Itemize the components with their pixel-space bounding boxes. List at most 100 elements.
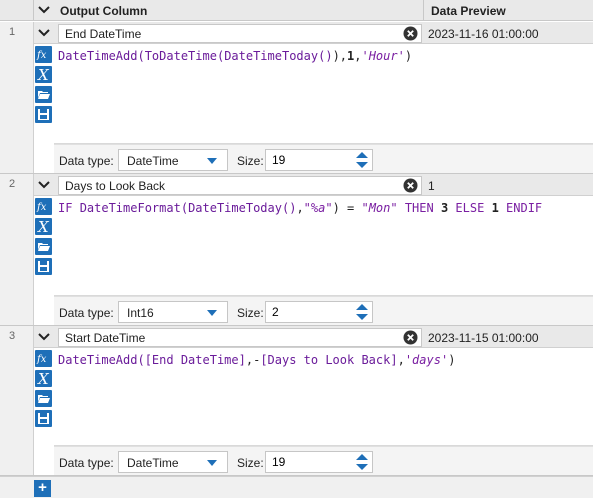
add-row-button[interactable]: + — [34, 480, 51, 497]
svg-text:fx: fx — [36, 202, 47, 213]
expression-token: ) — [448, 353, 456, 367]
clear-icon[interactable] — [403, 330, 418, 345]
folder-open-icon[interactable] — [35, 390, 52, 407]
save-icon[interactable] — [35, 410, 52, 427]
row-number: 2 — [8, 178, 16, 190]
output-column-field[interactable] — [58, 24, 422, 43]
formula-row: 3 2023-11-15 01:00:00 fx X — [0, 326, 593, 476]
expression-toolbar: fx X — [34, 196, 54, 278]
expression-token: ToDateTime( — [144, 49, 225, 63]
expression-token: ENDIF — [498, 201, 543, 215]
expression-toolbar: fx X — [34, 348, 54, 430]
function-icon[interactable]: fx — [35, 198, 52, 215]
expression-token: "%a" — [303, 201, 333, 215]
data-preview-value: 1 — [428, 179, 435, 193]
size-input[interactable] — [266, 150, 336, 170]
expression-token: 1 — [491, 201, 499, 215]
data-type-select[interactable]: DateTime — [118, 451, 228, 473]
add-row-bar: + — [0, 476, 593, 498]
data-type-select[interactable]: Int16 — [118, 301, 228, 323]
spin-down-icon[interactable] — [356, 162, 368, 168]
output-column-input[interactable] — [59, 25, 389, 42]
data-preview-header: Data Preview — [431, 4, 506, 18]
data-type-select[interactable]: DateTime — [118, 149, 228, 171]
row-gutter: 1 — [0, 22, 34, 174]
row-collapse-chevron-icon[interactable] — [36, 330, 52, 344]
save-icon[interactable] — [35, 258, 52, 275]
expression-token: , — [397, 353, 405, 367]
expression-token: 'days' — [404, 353, 449, 367]
expression-editor[interactable]: DateTimeAdd([End DateTime],-[Days to Loo… — [54, 348, 593, 446]
size-spinner[interactable] — [356, 454, 368, 470]
expression-token: 'Hour' — [361, 49, 405, 63]
expression-token: "Mon" — [361, 201, 398, 215]
row-number: 3 — [8, 330, 16, 342]
size-field[interactable] — [265, 149, 373, 171]
row-gutter: 3 — [0, 326, 34, 476]
svg-text:fx: fx — [36, 50, 47, 61]
spin-up-icon[interactable] — [356, 152, 368, 158]
type-bar: Data type: DateTime Size: — [54, 446, 593, 476]
save-icon[interactable] — [35, 106, 52, 123]
folder-open-icon[interactable] — [35, 238, 52, 255]
function-icon[interactable]: fx — [35, 46, 52, 63]
size-input[interactable] — [266, 452, 336, 472]
clear-icon[interactable] — [403, 26, 418, 41]
row-gutter: 2 — [0, 174, 34, 326]
dropdown-caret-icon — [207, 158, 217, 164]
expression-token: DateTimeAdd( — [58, 353, 145, 367]
size-label: Size: — [237, 456, 264, 470]
variable-icon[interactable]: X — [35, 66, 52, 83]
expression-token: ), — [332, 49, 348, 63]
data-type-label: Data type: — [59, 456, 114, 470]
header-divider — [423, 0, 424, 21]
expression-token: THEN — [397, 201, 441, 215]
expression-token: DateTimeFormat( — [79, 201, 189, 215]
expression-token: ) — [404, 49, 413, 63]
folder-open-icon[interactable] — [35, 86, 52, 103]
size-field[interactable] — [265, 451, 373, 473]
expression-token: DateTimeToday() — [224, 49, 333, 63]
row-collapse-chevron-icon[interactable] — [36, 178, 52, 192]
expression-token: IF — [58, 201, 80, 215]
data-preview-value: 2023-11-16 01:00:00 — [428, 27, 539, 41]
spin-up-icon[interactable] — [356, 304, 368, 310]
variable-icon[interactable]: X — [35, 370, 52, 387]
spin-up-icon[interactable] — [356, 454, 368, 460]
output-column-input[interactable] — [59, 177, 389, 194]
header-gutter — [0, 0, 34, 21]
row-number: 1 — [8, 26, 16, 38]
expression-token: DateTimeToday() — [188, 201, 297, 215]
variable-icon[interactable]: X — [35, 218, 52, 235]
spin-down-icon[interactable] — [356, 314, 368, 320]
svg-text:fx: fx — [36, 354, 47, 365]
data-type-value: Int16 — [127, 306, 154, 320]
output-column-header: Output Column — [60, 4, 148, 18]
expression-token: DateTimeAdd( — [58, 49, 145, 63]
type-bar: Data type: Int16 Size: — [54, 296, 593, 326]
data-type-value: DateTime — [127, 456, 179, 470]
size-spinner[interactable] — [356, 304, 368, 320]
clear-icon[interactable] — [403, 178, 418, 193]
expression-token: ,- — [245, 353, 261, 367]
size-field[interactable] — [265, 301, 373, 323]
expression-token: ELSE — [448, 201, 492, 215]
expression-editor[interactable]: DateTimeAdd(ToDateTime(DateTimeToday()),… — [54, 44, 593, 144]
spin-down-icon[interactable] — [356, 464, 368, 470]
row-collapse-chevron-icon[interactable] — [36, 26, 52, 40]
size-spinner[interactable] — [356, 152, 368, 168]
expression-token: [End DateTime] — [144, 353, 246, 367]
collapse-all-chevron-icon[interactable] — [36, 3, 52, 17]
expression-editor[interactable]: IF DateTimeFormat(DateTimeToday(),"%a") … — [54, 196, 593, 296]
data-type-label: Data type: — [59, 306, 114, 320]
function-icon[interactable]: fx — [35, 350, 52, 367]
expression-token: ) = — [332, 201, 362, 215]
output-column-field[interactable] — [58, 328, 422, 347]
output-column-field[interactable] — [58, 176, 422, 195]
expression-toolbar: fx X — [34, 44, 54, 126]
expression-token: [Days to Look Back] — [260, 353, 398, 367]
dropdown-caret-icon — [207, 310, 217, 316]
size-input[interactable] — [266, 302, 336, 322]
grid-header: Output Column Data Preview — [0, 0, 593, 21]
output-column-input[interactable] — [59, 329, 389, 346]
